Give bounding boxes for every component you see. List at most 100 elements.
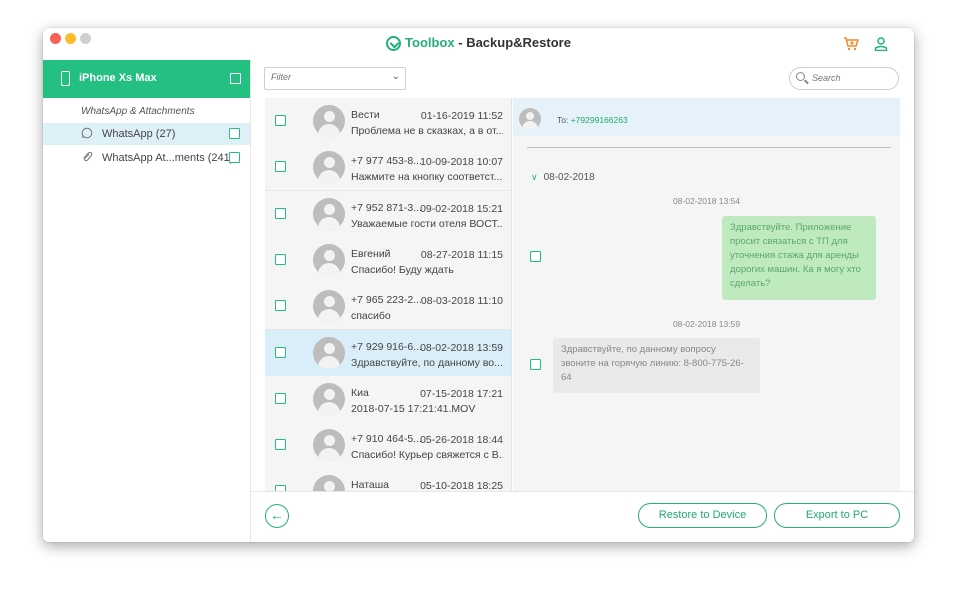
conversation-date: 01-16-2019 11:52 [420, 110, 503, 122]
conversation-list[interactable]: Вести 01-16-2019 11:52 Проблема не в сказк… [265, 98, 512, 491]
conversation-row[interactable]: Вести 01-16-2019 11:52 Проблема не в сказк… [265, 98, 511, 145]
divider [527, 147, 891, 148]
whatsapp-checkbox[interactable] [229, 128, 240, 139]
sidebar-item-whatsapp[interactable]: WhatsApp (27) [43, 123, 250, 145]
chevron-down-icon: ⌄ [391, 71, 400, 82]
conversation-name: Евгений [351, 247, 391, 260]
conversation-date: 07-15-2018 17:21 [420, 387, 503, 400]
message-checkbox[interactable] [530, 359, 541, 370]
conversation-preview: спасибо [351, 310, 391, 323]
conversation-row[interactable]: Киа 07-15-2018 17:21 2018-07-15 17:21:41.M… [265, 375, 511, 423]
message-timestamp: 08-02-2018 13:59 [672, 319, 741, 329]
conversation-name: Наташа [351, 479, 389, 491]
conversation-row[interactable]: Евгений 08-27-2018 11:15 Спасибо! Буду жда… [265, 236, 511, 284]
conversation-row[interactable]: Наташа 05-10-2018 18:25 [265, 468, 511, 491]
search-input[interactable] [810, 72, 894, 84]
conversation-row[interactable]: +7 910 464-5... 05-26-2018 18:44 Спасибо! … [265, 422, 511, 470]
app-window: Toolbox - Backup&Restore iPhone Xs Max W… [43, 28, 914, 542]
conversation-preview: 2018-07-15 17:21:41.MOV [351, 402, 476, 415]
conversation-checkbox[interactable] [275, 115, 286, 126]
back-arrow-icon[interactable]: ← [265, 504, 289, 528]
device-checkbox[interactable] [230, 73, 241, 84]
conversation-checkbox[interactable] [275, 300, 286, 312]
avatar [313, 151, 345, 184]
conversation-name: Вести [351, 109, 380, 121]
filter-dropdown[interactable]: ⌄ [264, 67, 406, 90]
paperclip-icon [83, 151, 93, 162]
phone-icon [61, 71, 70, 86]
message-timestamp: 08-02-2018 13:54 [672, 196, 741, 206]
title-text: - Backup&Restore [454, 35, 571, 50]
date-group-header[interactable]: ∨ 08-02-2018 [531, 172, 595, 183]
conversation-checkbox[interactable] [275, 346, 286, 358]
main-panel: ⌄ Вести 01-16-2019 11:52 Проблема не в ска… [251, 60, 914, 542]
avatar [313, 429, 345, 462]
conversation-checkbox[interactable] [275, 439, 286, 451]
search-box[interactable] [789, 67, 899, 90]
conversation-date: 10-09-2018 10:07 [420, 156, 503, 169]
conversation-checkbox[interactable] [275, 207, 286, 219]
recipient-line: To: +79299166263 [557, 115, 628, 125]
outgoing-message: Здравствуйте. Приложение просит связатьс… [722, 216, 876, 300]
sidebar-item-whatsapp-attachments[interactable]: WhatsApp At...ments (241) [43, 147, 250, 169]
window-title: Toolbox - Backup&Restore [43, 35, 914, 51]
conversation-preview: Спасибо! Буду ждать [351, 263, 454, 276]
brand-name: Toolbox [405, 35, 455, 50]
filter-input[interactable] [269, 71, 383, 83]
conversation-row[interactable]: +7 952 871-3... 09-02-2018 15:21 Уважаемые… [265, 190, 511, 238]
incoming-message: Здравствуйте, по данному вопросу звоните… [553, 338, 760, 393]
conversation-row[interactable]: +7 965 223-2... 08-03-2018 11:10 спасибо [265, 283, 511, 331]
conversation-row[interactable]: +7 929 916-6... 08-02-2018 13:59 Здравству… [265, 329, 511, 377]
conversation-date: 05-26-2018 18:44 [420, 434, 503, 447]
toolbox-logo-icon [386, 36, 402, 51]
whatsapp-icon [81, 127, 93, 139]
conversation-date: 08-27-2018 11:15 [420, 248, 503, 261]
avatar [313, 105, 345, 137]
conversation-date: 05-10-2018 18:25 [420, 480, 503, 491]
conversation-row[interactable]: +7 977 453-8... 10-09-2018 10:07 Нажмите н… [265, 144, 511, 192]
conversation-date: 08-03-2018 11:10 [420, 295, 503, 308]
conversation-preview: Нажмите на кнопку соответст... [351, 171, 503, 184]
conversation-preview: Спасибо! Курьер свяжется с В... [351, 449, 503, 462]
restore-to-device-button[interactable]: Restore to Device [638, 503, 767, 528]
section-label: WhatsApp & Attachments [81, 106, 195, 117]
message-detail: To: +79299166263 ∨ 08-02-2018 08-02-2018 … [513, 98, 900, 491]
conversation-date: 08-02-2018 13:59 [420, 341, 503, 354]
conversation-preview: Уважаемые гости отеля ВОСТ... [351, 217, 503, 230]
recipient-number: +79299166263 [570, 115, 628, 125]
user-icon[interactable] [874, 37, 888, 51]
conversation-checkbox[interactable] [275, 392, 286, 404]
avatar [313, 290, 345, 323]
conversation-preview: Здравствуйте, по данному во... [351, 356, 503, 369]
title-bar: Toolbox - Backup&Restore [43, 28, 914, 60]
detail-header: To: +79299166263 [513, 98, 900, 136]
avatar [313, 475, 345, 491]
bottom-bar: ← Restore to Device Export to PC [251, 491, 914, 542]
device-header[interactable]: iPhone Xs Max [43, 60, 250, 98]
avatar [313, 243, 345, 276]
avatar [313, 336, 345, 369]
to-label: To: [557, 115, 569, 125]
avatar [519, 108, 541, 130]
device-name: iPhone Xs Max [79, 72, 157, 84]
export-to-pc-button[interactable]: Export to PC [774, 503, 900, 528]
chevron-down-icon: ∨ [531, 172, 538, 182]
conversation-name: +7 965 223-2... [351, 294, 422, 307]
conversation-checkbox[interactable] [275, 253, 286, 265]
conversation-checkbox[interactable] [275, 161, 286, 173]
conversation-date: 09-02-2018 15:21 [420, 202, 503, 215]
conversation-name: Киа [351, 386, 369, 399]
sidebar: iPhone Xs Max WhatsApp & Attachments Wha… [43, 60, 251, 542]
avatar [313, 197, 345, 230]
sidebar-item-label: WhatsApp At...ments (241) [102, 152, 234, 164]
conversation-preview: Проблема не в сказках, а в от... [351, 125, 503, 137]
conversation-name: +7 910 464-5... [351, 433, 422, 446]
conversation-name: +7 977 453-8... [351, 155, 422, 168]
message-checkbox[interactable] [530, 251, 541, 262]
date-group-label: 08-02-2018 [543, 172, 595, 183]
cart-icon[interactable] [843, 37, 859, 51]
conversation-name: +7 929 916-6... [351, 340, 422, 353]
attachments-checkbox[interactable] [229, 152, 240, 163]
search-icon [796, 72, 805, 81]
avatar [313, 382, 345, 415]
